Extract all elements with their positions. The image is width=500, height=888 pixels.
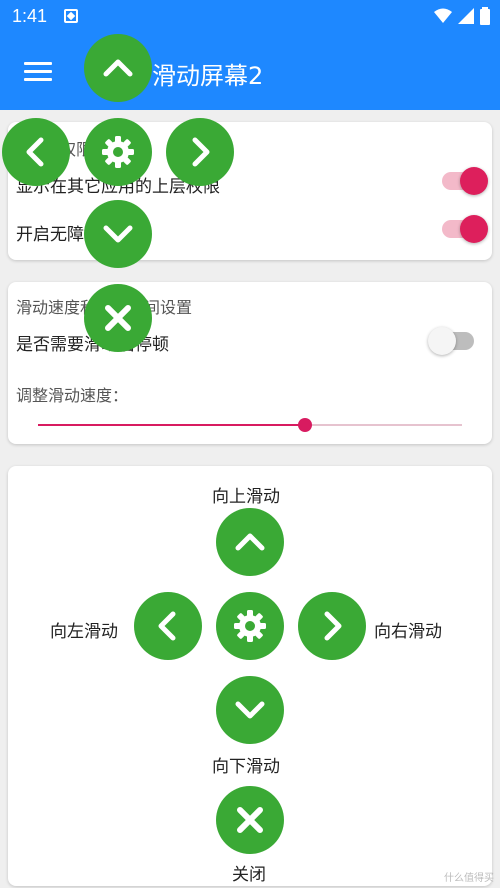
gear-icon — [234, 610, 266, 642]
status-time: 1:41 — [12, 6, 48, 26]
app-title: 滑动屏幕2 — [152, 62, 264, 90]
close-icon — [105, 305, 131, 331]
notification-icon — [64, 9, 78, 23]
left-label: 向左滑动 — [50, 622, 118, 642]
close-button[interactable] — [216, 786, 284, 854]
swipe-down-button[interactable] — [216, 676, 284, 744]
gear-icon — [102, 136, 134, 168]
pause-toggle[interactable] — [428, 327, 474, 355]
chevron-up-icon — [103, 59, 133, 77]
overlay-up-button[interactable] — [84, 34, 152, 102]
swipe-right-button[interactable] — [298, 592, 366, 660]
speed-settings-card: 滑动速度和停顿时间设置 是否需要滑动后停顿 调整滑动速度： — [8, 282, 492, 444]
menu-icon[interactable] — [24, 62, 52, 82]
overlay-permission-toggle[interactable] — [442, 167, 488, 195]
accessibility-toggle[interactable] — [442, 215, 488, 243]
overlay-down-button[interactable] — [84, 200, 152, 268]
swipe-up-button[interactable] — [216, 508, 284, 576]
chevron-left-icon — [26, 137, 44, 167]
permission-card: 权限 显示在其它应用的上层权限 开启无障碍 — [8, 122, 492, 260]
battery-icon — [480, 7, 490, 25]
chevron-down-icon — [235, 701, 265, 719]
overlay-right-button[interactable] — [166, 118, 234, 186]
swipe-left-button[interactable] — [134, 592, 202, 660]
status-icons — [434, 7, 490, 25]
overlay-settings-button[interactable] — [84, 118, 152, 186]
down-label: 向下滑动 — [212, 757, 280, 777]
speed-slider[interactable] — [38, 418, 462, 432]
chevron-up-icon — [235, 533, 265, 551]
signal-icon — [458, 8, 474, 24]
close-icon — [237, 807, 263, 833]
speed-label: 调整滑动速度： — [16, 386, 129, 405]
close-label: 关闭 — [232, 865, 266, 885]
speed-slider-thumb[interactable] — [298, 418, 313, 432]
right-label: 向右滑动 — [374, 622, 442, 642]
speed-slider-fill — [38, 424, 306, 426]
chevron-left-icon — [158, 611, 176, 641]
overlay-close-button[interactable] — [84, 284, 152, 352]
chevron-right-icon — [324, 611, 342, 641]
settings-button[interactable] — [216, 592, 284, 660]
status-bar: 1:41 — [0, 0, 500, 34]
app-bar: 滑动屏幕2 — [0, 34, 500, 110]
chevron-right-icon — [192, 137, 210, 167]
up-label: 向上滑动 — [212, 487, 280, 507]
wifi-icon — [434, 8, 452, 23]
watermark: 什么值得买 — [444, 873, 494, 884]
chevron-down-icon — [103, 225, 133, 243]
overlay-left-button[interactable] — [2, 118, 70, 186]
